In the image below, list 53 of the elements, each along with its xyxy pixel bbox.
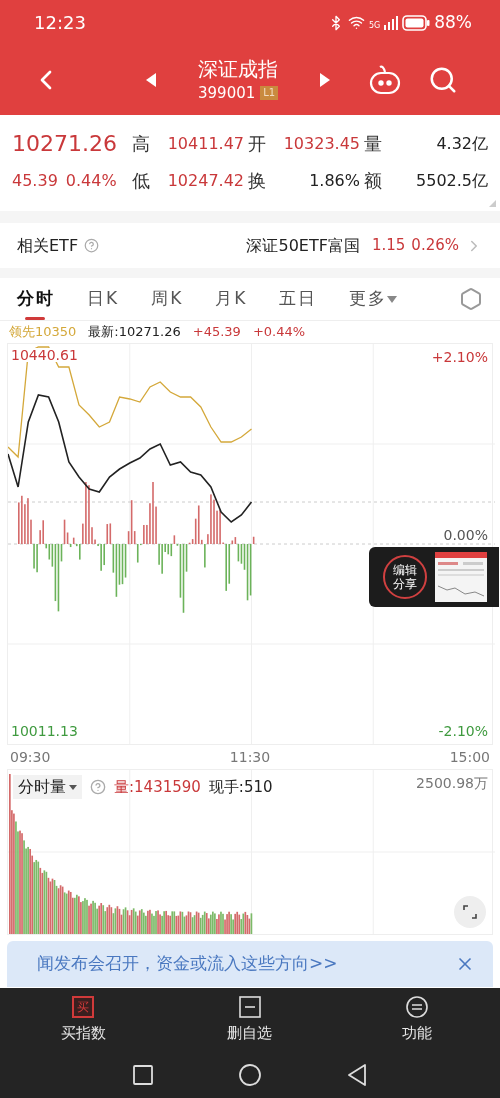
stat-value: 5502.5亿 bbox=[415, 170, 488, 192]
axis-label: 2500.98万 bbox=[416, 776, 488, 790]
bottom-action[interactable]: 删自选 bbox=[166, 996, 334, 1056]
stat-value: 10323.45 bbox=[282, 133, 360, 155]
edit-share-button[interactable]: 编辑分享 bbox=[383, 555, 427, 599]
axis-label: 10440.61 bbox=[11, 348, 78, 362]
index-title: 深证成指 bbox=[198, 55, 279, 82]
time-label: 15:00 bbox=[449, 747, 490, 767]
etf-price: 1.15 bbox=[371, 235, 406, 257]
axis-label: 10011.13 bbox=[11, 724, 78, 738]
axis-label: -2.10% bbox=[438, 724, 488, 738]
current-price: 10271.26 bbox=[12, 131, 117, 156]
stat-label: 高 bbox=[132, 132, 151, 156]
battery-level: 88% bbox=[434, 10, 472, 34]
change-value: +45.39 bbox=[192, 323, 241, 342]
price-change: 45.39 bbox=[12, 170, 58, 192]
chart-tab[interactable]: 月K bbox=[215, 278, 248, 320]
stat-label: 换 bbox=[248, 169, 267, 193]
status-time: 12:23 bbox=[34, 11, 86, 35]
change-percent: +0.44% bbox=[252, 323, 306, 342]
chart-tab[interactable]: 日K bbox=[87, 278, 120, 320]
bottom-action[interactable]: 买 买指数 bbox=[0, 996, 167, 1056]
current-volume: 现手:510 bbox=[208, 776, 273, 798]
stat-label: 额 bbox=[364, 169, 383, 193]
latest-value: 最新:10271.26 bbox=[88, 323, 181, 342]
chart-tab[interactable]: 五日 bbox=[279, 278, 318, 320]
stat-value: 4.32亿 bbox=[435, 133, 488, 155]
index-code: 399001 bbox=[198, 82, 256, 104]
volume-value: 量:1431590 bbox=[114, 776, 201, 798]
time-label: 09:30 bbox=[10, 747, 51, 767]
price-change-percent: 0.44% bbox=[65, 170, 117, 192]
stat-label: 开 bbox=[248, 132, 267, 156]
lead-value: 领先10350 bbox=[9, 323, 77, 342]
stat-value: 1.86% bbox=[308, 170, 360, 192]
stat-label: 量 bbox=[364, 132, 383, 156]
more-dropdown[interactable]: 更多 bbox=[349, 278, 398, 320]
stat-label: 低 bbox=[132, 169, 151, 193]
chart-tab[interactable]: 周K bbox=[151, 278, 184, 320]
etf-change: 0.26% bbox=[411, 235, 459, 257]
axis-label: +2.10% bbox=[431, 350, 488, 364]
time-label: 11:30 bbox=[229, 747, 271, 767]
network-label: 5G bbox=[368, 21, 381, 30]
etf-name: 深证50ETF富国 bbox=[246, 234, 360, 257]
stat-value: 10411.47 bbox=[166, 133, 244, 155]
etf-label: 相关ETF bbox=[17, 234, 79, 257]
bottom-action[interactable]: 功能 bbox=[333, 996, 500, 1056]
chart-tab[interactable]: 分时 bbox=[17, 278, 55, 320]
stat-value: 10247.42 bbox=[166, 170, 244, 192]
news-text: 闻发布会召开，资金或流入这些方向>> bbox=[37, 952, 338, 976]
level-badge: L1 bbox=[260, 86, 279, 100]
axis-label: 0.00% bbox=[443, 528, 488, 542]
indicator-dropdown[interactable]: 分时量 bbox=[13, 775, 82, 799]
buy-icon: 买 bbox=[72, 996, 95, 1018]
